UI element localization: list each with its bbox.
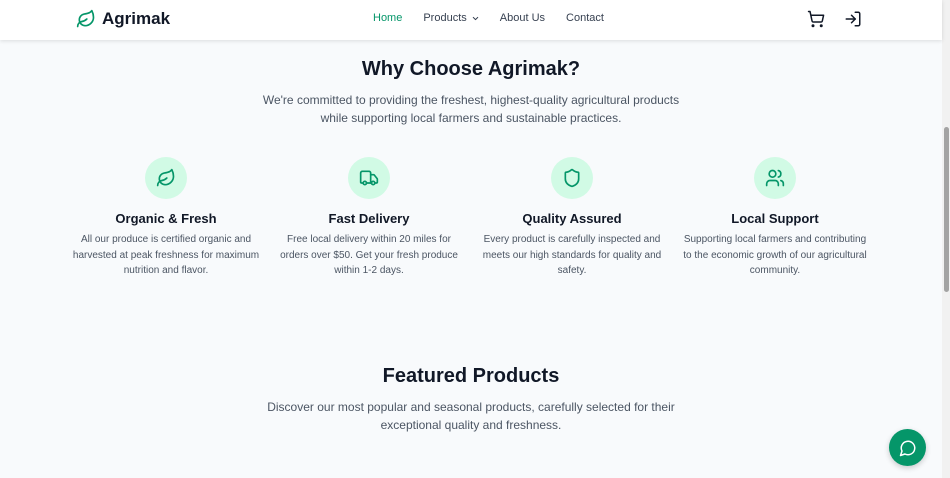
leaf-icon <box>76 8 96 30</box>
nav-about-link[interactable]: About Us <box>500 12 545 24</box>
feature-title: Organic & Fresh <box>115 211 217 226</box>
featured-products-description: Discover our most popular and seasonal p… <box>267 400 675 432</box>
brand-name: Agrimak <box>102 9 171 28</box>
main-nav: Home Products About Us Contact <box>373 12 604 24</box>
nav-products-label: Products <box>423 12 467 24</box>
why-choose-description: We're committed to providing the freshes… <box>262 93 680 125</box>
nav-home-link[interactable]: Home <box>373 12 402 24</box>
featured-products-title: Featured Products <box>382 365 560 387</box>
feature-title: Fast Delivery <box>328 211 410 226</box>
brand[interactable]: Agrimak <box>76 8 170 30</box>
truck-icon <box>348 157 390 199</box>
nav-contact-link[interactable]: Contact <box>566 12 604 24</box>
why-choose-title: Why Choose Agrimak? <box>361 58 581 80</box>
feature-description: Free local delivery within 20 miles for … <box>280 234 458 276</box>
feature-description: All our produce is certified organic and… <box>72 234 260 276</box>
feature-title: Local Support <box>731 211 819 226</box>
users-icon <box>754 157 796 199</box>
feature-card-quality: Quality Assured Every product is careful… <box>477 157 667 279</box>
feature-title: Quality Assured <box>522 211 622 226</box>
log-in-icon[interactable] <box>844 10 862 28</box>
feature-card-delivery: Fast Delivery Free local delivery within… <box>274 157 464 279</box>
shield-icon <box>551 157 593 199</box>
nav-products-dropdown[interactable]: Products <box>423 12 479 24</box>
feature-card-local-support: Local Support Supporting local farmers a… <box>680 157 870 279</box>
navbar: Agrimak Home Products About Us Contact <box>0 0 942 40</box>
feature-description: Every product is carefully inspected and… <box>482 234 662 276</box>
chat-button[interactable] <box>889 429 926 466</box>
leaf-icon <box>145 157 187 199</box>
scrollbar-thumb[interactable] <box>944 127 949 292</box>
chevron-down-icon <box>471 14 480 23</box>
feature-description: Supporting local farmers and contributin… <box>683 234 867 276</box>
chat-bubble-icon <box>899 439 917 457</box>
feature-card-organic: Organic & Fresh All our produce is certi… <box>71 157 261 279</box>
shopping-cart-icon[interactable] <box>807 10 825 28</box>
